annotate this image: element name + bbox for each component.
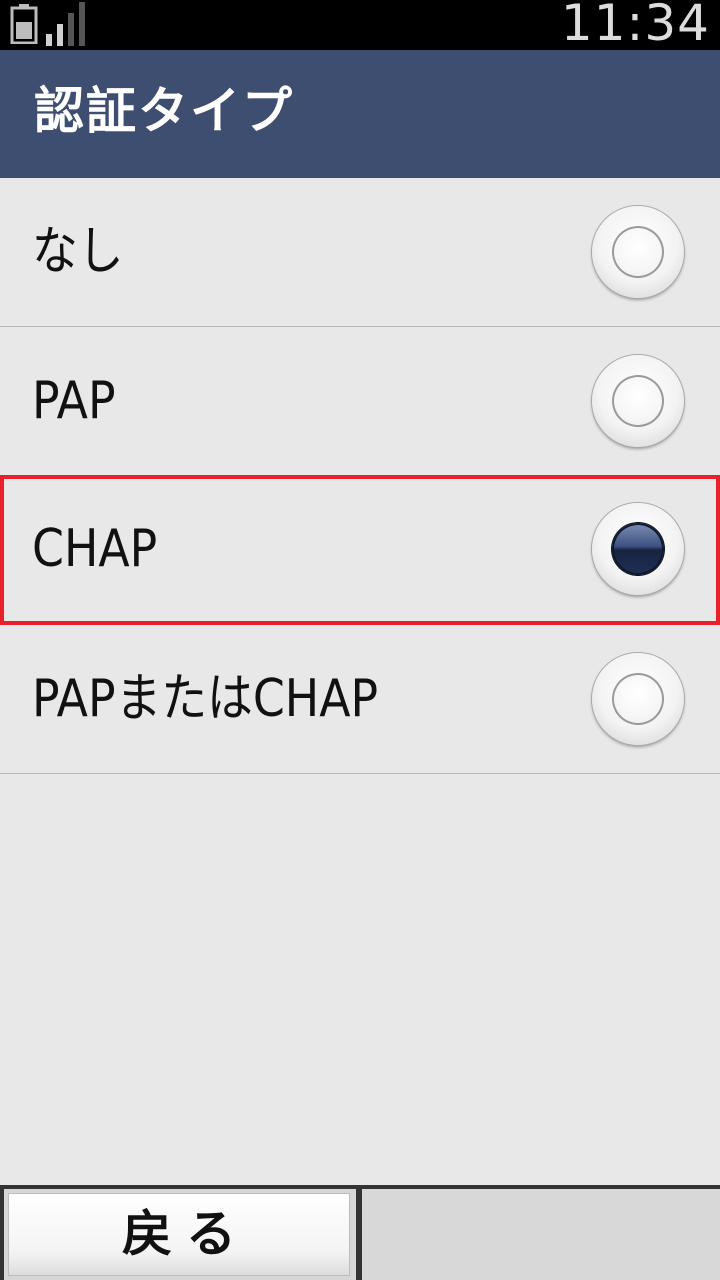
signal-strength-icon — [46, 2, 85, 46]
radio-button[interactable] — [592, 503, 684, 595]
auth-type-list: なし PAP CHAP PAPまたはCHAP — [0, 178, 720, 774]
back-softkey[interactable]: 戻る — [4, 1189, 356, 1280]
title-bar: 認証タイプ — [0, 50, 720, 178]
radio-button[interactable] — [592, 653, 684, 745]
status-clock: 11:34 — [560, 0, 710, 52]
radio-unchecked-icon — [612, 226, 664, 278]
option-pap[interactable]: PAP — [0, 327, 720, 476]
radio-unchecked-icon — [612, 673, 664, 725]
status-bar: 11:34 — [0, 0, 720, 50]
radio-checked-icon — [612, 523, 664, 575]
back-softkey-label: 戻る — [122, 1205, 250, 1263]
option-label: なし — [32, 222, 124, 282]
screen: 11:34 認証タイプ なし PAP CHAP PAPまたはCHAP 戻る — [0, 0, 720, 1280]
right-softkey-label — [362, 1189, 704, 1272]
radio-button[interactable] — [592, 206, 684, 298]
option-chap[interactable]: CHAP — [0, 475, 720, 625]
radio-button[interactable] — [592, 355, 684, 447]
option-none[interactable]: なし — [0, 178, 720, 327]
option-label: PAPまたはCHAP — [32, 669, 379, 729]
option-pap-or-chap[interactable]: PAPまたはCHAP — [0, 625, 720, 774]
option-label: CHAP — [32, 519, 158, 579]
back-softkey-face: 戻る — [8, 1193, 350, 1276]
option-label: PAP — [32, 371, 116, 431]
battery-icon — [10, 4, 38, 44]
right-softkey[interactable] — [362, 1189, 720, 1280]
radio-unchecked-icon — [612, 375, 664, 427]
page-title: 認証タイプ — [34, 82, 294, 140]
softkey-bar: 戻る — [0, 1185, 720, 1280]
